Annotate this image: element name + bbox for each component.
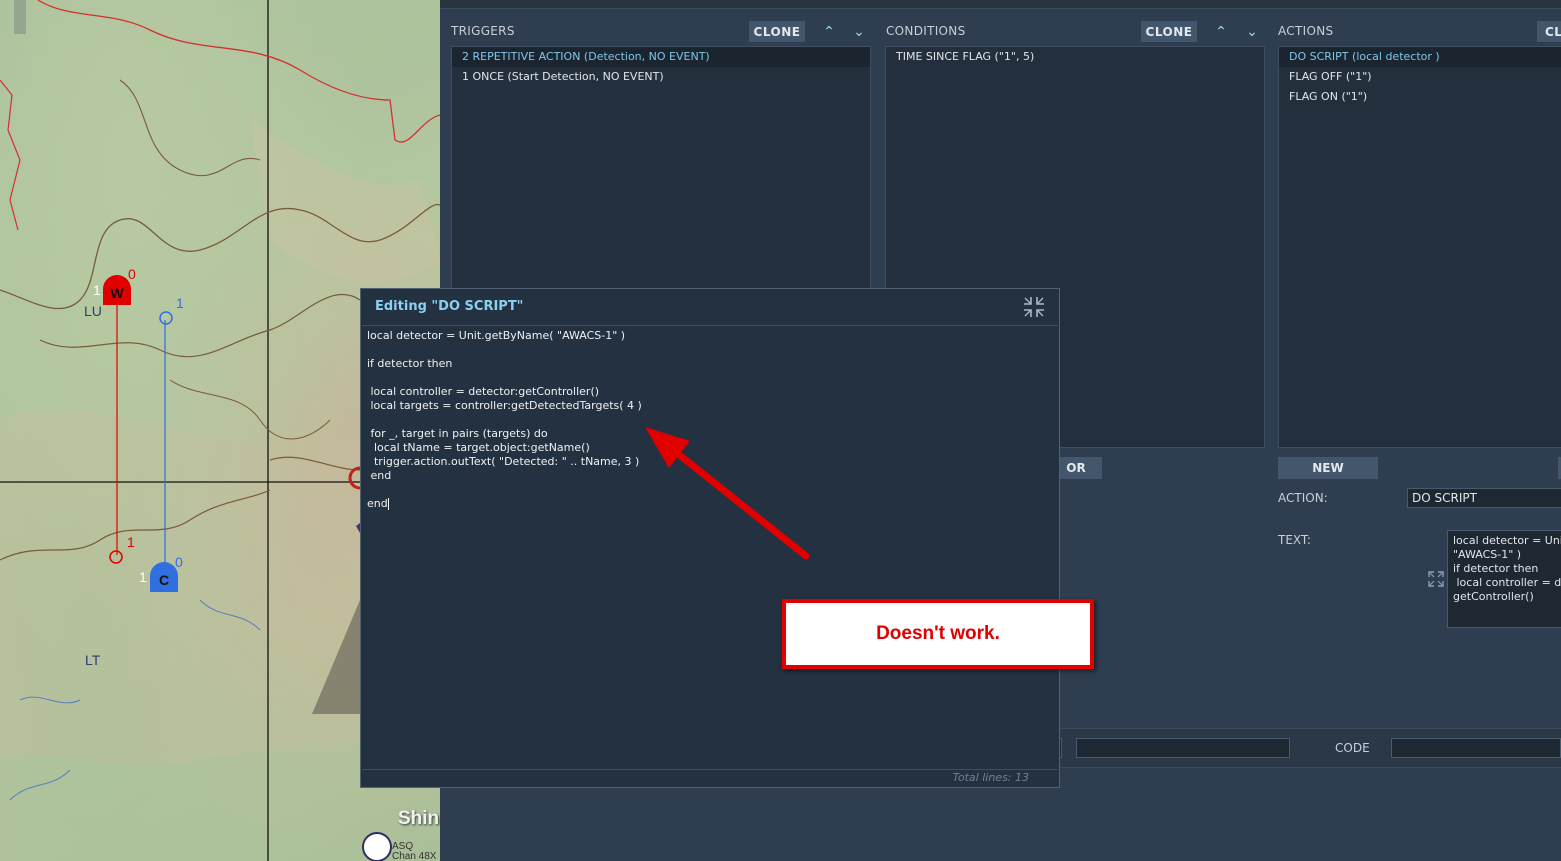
annotation-text: Doesn't work.	[876, 623, 1000, 644]
annotation-callout: Doesn't work.	[782, 599, 1094, 669]
annotation-arrow	[645, 427, 810, 560]
